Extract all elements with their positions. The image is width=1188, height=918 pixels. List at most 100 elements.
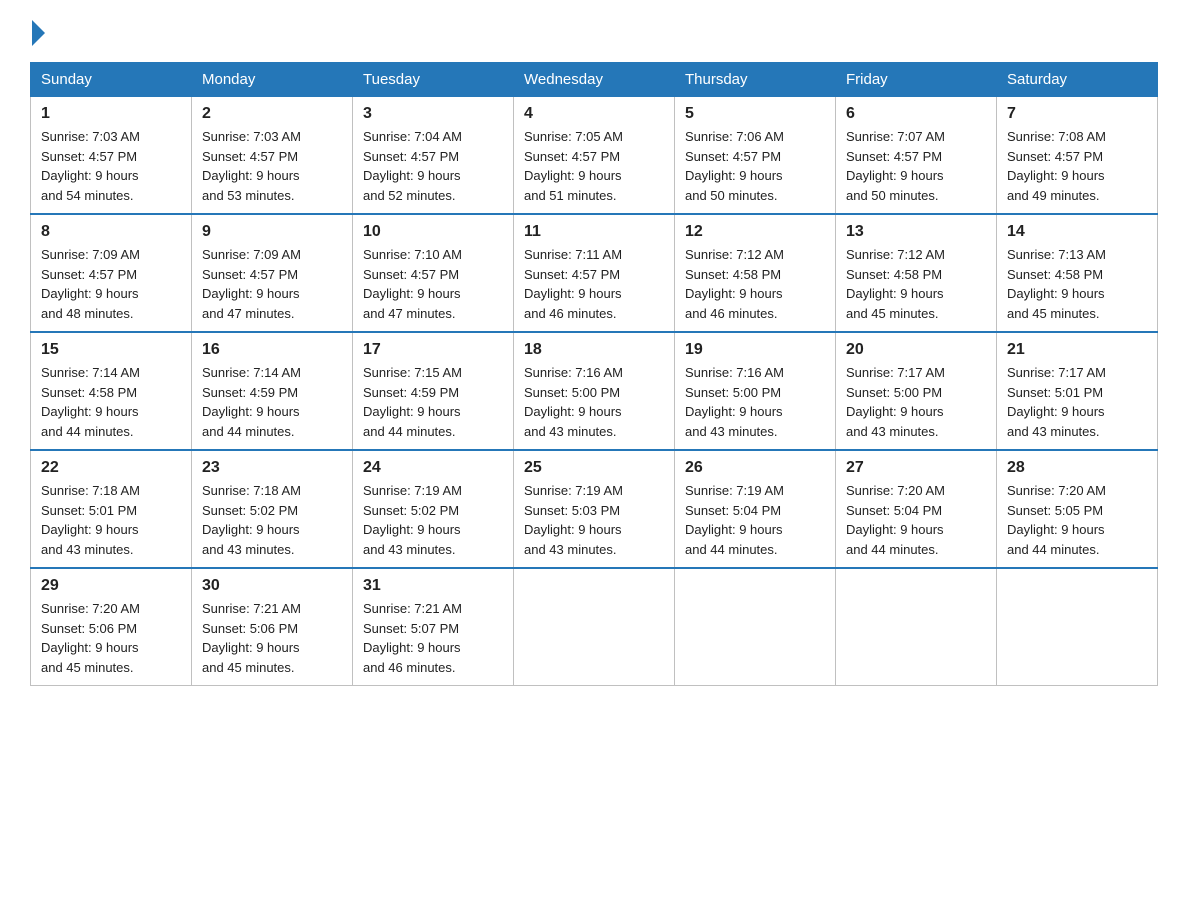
calendar-week-4: 22 Sunrise: 7:18 AM Sunset: 5:01 PM Dayl… — [31, 450, 1158, 568]
day-info: Sunrise: 7:12 AM Sunset: 4:58 PM Dayligh… — [685, 245, 825, 323]
day-info: Sunrise: 7:17 AM Sunset: 5:01 PM Dayligh… — [1007, 363, 1147, 441]
calendar-cell: 1 Sunrise: 7:03 AM Sunset: 4:57 PM Dayli… — [31, 97, 192, 215]
day-number: 18 — [524, 341, 664, 359]
calendar-cell: 25 Sunrise: 7:19 AM Sunset: 5:03 PM Dayl… — [514, 450, 675, 568]
calendar-cell: 21 Sunrise: 7:17 AM Sunset: 5:01 PM Dayl… — [997, 332, 1158, 450]
calendar-cell: 5 Sunrise: 7:06 AM Sunset: 4:57 PM Dayli… — [675, 97, 836, 215]
day-info: Sunrise: 7:09 AM Sunset: 4:57 PM Dayligh… — [202, 245, 342, 323]
day-number: 27 — [846, 459, 986, 477]
calendar-week-5: 29 Sunrise: 7:20 AM Sunset: 5:06 PM Dayl… — [31, 568, 1158, 686]
day-info: Sunrise: 7:19 AM Sunset: 5:02 PM Dayligh… — [363, 481, 503, 559]
day-number: 9 — [202, 223, 342, 241]
day-info: Sunrise: 7:03 AM Sunset: 4:57 PM Dayligh… — [202, 127, 342, 205]
day-number: 3 — [363, 105, 503, 123]
day-number: 24 — [363, 459, 503, 477]
day-number: 13 — [846, 223, 986, 241]
logo — [30, 20, 45, 52]
weekday-header-thursday: Thursday — [675, 63, 836, 97]
day-number: 26 — [685, 459, 825, 477]
calendar-cell: 26 Sunrise: 7:19 AM Sunset: 5:04 PM Dayl… — [675, 450, 836, 568]
calendar-cell: 16 Sunrise: 7:14 AM Sunset: 4:59 PM Dayl… — [192, 332, 353, 450]
day-number: 15 — [41, 341, 181, 359]
weekday-header-monday: Monday — [192, 63, 353, 97]
day-number: 2 — [202, 105, 342, 123]
calendar-cell: 12 Sunrise: 7:12 AM Sunset: 4:58 PM Dayl… — [675, 214, 836, 332]
day-info: Sunrise: 7:21 AM Sunset: 5:06 PM Dayligh… — [202, 599, 342, 677]
calendar-cell: 8 Sunrise: 7:09 AM Sunset: 4:57 PM Dayli… — [31, 214, 192, 332]
day-info: Sunrise: 7:14 AM Sunset: 4:58 PM Dayligh… — [41, 363, 181, 441]
day-number: 20 — [846, 341, 986, 359]
calendar-table: SundayMondayTuesdayWednesdayThursdayFrid… — [30, 62, 1158, 686]
calendar-cell: 24 Sunrise: 7:19 AM Sunset: 5:02 PM Dayl… — [353, 450, 514, 568]
day-number: 28 — [1007, 459, 1147, 477]
day-number: 6 — [846, 105, 986, 123]
day-info: Sunrise: 7:05 AM Sunset: 4:57 PM Dayligh… — [524, 127, 664, 205]
calendar-cell: 30 Sunrise: 7:21 AM Sunset: 5:06 PM Dayl… — [192, 568, 353, 686]
calendar-cell: 11 Sunrise: 7:11 AM Sunset: 4:57 PM Dayl… — [514, 214, 675, 332]
calendar-cell: 9 Sunrise: 7:09 AM Sunset: 4:57 PM Dayli… — [192, 214, 353, 332]
calendar-cell — [997, 568, 1158, 686]
day-info: Sunrise: 7:15 AM Sunset: 4:59 PM Dayligh… — [363, 363, 503, 441]
calendar-cell: 27 Sunrise: 7:20 AM Sunset: 5:04 PM Dayl… — [836, 450, 997, 568]
calendar-cell: 6 Sunrise: 7:07 AM Sunset: 4:57 PM Dayli… — [836, 97, 997, 215]
calendar-cell: 7 Sunrise: 7:08 AM Sunset: 4:57 PM Dayli… — [997, 97, 1158, 215]
calendar-cell: 17 Sunrise: 7:15 AM Sunset: 4:59 PM Dayl… — [353, 332, 514, 450]
day-info: Sunrise: 7:06 AM Sunset: 4:57 PM Dayligh… — [685, 127, 825, 205]
day-number: 22 — [41, 459, 181, 477]
day-number: 31 — [363, 577, 503, 595]
day-number: 19 — [685, 341, 825, 359]
page-header — [30, 20, 1158, 52]
day-number: 11 — [524, 223, 664, 241]
day-info: Sunrise: 7:09 AM Sunset: 4:57 PM Dayligh… — [41, 245, 181, 323]
day-number: 17 — [363, 341, 503, 359]
day-info: Sunrise: 7:20 AM Sunset: 5:04 PM Dayligh… — [846, 481, 986, 559]
day-info: Sunrise: 7:17 AM Sunset: 5:00 PM Dayligh… — [846, 363, 986, 441]
day-info: Sunrise: 7:21 AM Sunset: 5:07 PM Dayligh… — [363, 599, 503, 677]
day-number: 7 — [1007, 105, 1147, 123]
day-number: 29 — [41, 577, 181, 595]
day-info: Sunrise: 7:03 AM Sunset: 4:57 PM Dayligh… — [41, 127, 181, 205]
day-number: 10 — [363, 223, 503, 241]
day-number: 4 — [524, 105, 664, 123]
calendar-cell: 29 Sunrise: 7:20 AM Sunset: 5:06 PM Dayl… — [31, 568, 192, 686]
calendar-cell: 3 Sunrise: 7:04 AM Sunset: 4:57 PM Dayli… — [353, 97, 514, 215]
day-number: 1 — [41, 105, 181, 123]
day-number: 21 — [1007, 341, 1147, 359]
day-info: Sunrise: 7:19 AM Sunset: 5:03 PM Dayligh… — [524, 481, 664, 559]
day-number: 25 — [524, 459, 664, 477]
calendar-cell — [675, 568, 836, 686]
weekday-header-wednesday: Wednesday — [514, 63, 675, 97]
calendar-cell: 22 Sunrise: 7:18 AM Sunset: 5:01 PM Dayl… — [31, 450, 192, 568]
calendar-header-row: SundayMondayTuesdayWednesdayThursdayFrid… — [31, 63, 1158, 97]
calendar-cell — [514, 568, 675, 686]
logo-arrow-icon — [32, 20, 45, 46]
day-info: Sunrise: 7:11 AM Sunset: 4:57 PM Dayligh… — [524, 245, 664, 323]
calendar-week-1: 1 Sunrise: 7:03 AM Sunset: 4:57 PM Dayli… — [31, 97, 1158, 215]
calendar-week-2: 8 Sunrise: 7:09 AM Sunset: 4:57 PM Dayli… — [31, 214, 1158, 332]
day-info: Sunrise: 7:14 AM Sunset: 4:59 PM Dayligh… — [202, 363, 342, 441]
day-number: 5 — [685, 105, 825, 123]
weekday-header-friday: Friday — [836, 63, 997, 97]
day-number: 30 — [202, 577, 342, 595]
day-info: Sunrise: 7:20 AM Sunset: 5:05 PM Dayligh… — [1007, 481, 1147, 559]
calendar-week-3: 15 Sunrise: 7:14 AM Sunset: 4:58 PM Dayl… — [31, 332, 1158, 450]
day-info: Sunrise: 7:08 AM Sunset: 4:57 PM Dayligh… — [1007, 127, 1147, 205]
weekday-header-saturday: Saturday — [997, 63, 1158, 97]
calendar-cell: 14 Sunrise: 7:13 AM Sunset: 4:58 PM Dayl… — [997, 214, 1158, 332]
calendar-cell — [836, 568, 997, 686]
calendar-cell: 23 Sunrise: 7:18 AM Sunset: 5:02 PM Dayl… — [192, 450, 353, 568]
day-number: 16 — [202, 341, 342, 359]
day-number: 14 — [1007, 223, 1147, 241]
day-info: Sunrise: 7:16 AM Sunset: 5:00 PM Dayligh… — [524, 363, 664, 441]
calendar-cell: 15 Sunrise: 7:14 AM Sunset: 4:58 PM Dayl… — [31, 332, 192, 450]
day-number: 12 — [685, 223, 825, 241]
day-number: 23 — [202, 459, 342, 477]
day-info: Sunrise: 7:12 AM Sunset: 4:58 PM Dayligh… — [846, 245, 986, 323]
weekday-header-sunday: Sunday — [31, 63, 192, 97]
calendar-cell: 18 Sunrise: 7:16 AM Sunset: 5:00 PM Dayl… — [514, 332, 675, 450]
day-info: Sunrise: 7:20 AM Sunset: 5:06 PM Dayligh… — [41, 599, 181, 677]
calendar-cell: 13 Sunrise: 7:12 AM Sunset: 4:58 PM Dayl… — [836, 214, 997, 332]
calendar-cell: 19 Sunrise: 7:16 AM Sunset: 5:00 PM Dayl… — [675, 332, 836, 450]
calendar-cell: 2 Sunrise: 7:03 AM Sunset: 4:57 PM Dayli… — [192, 97, 353, 215]
calendar-cell: 28 Sunrise: 7:20 AM Sunset: 5:05 PM Dayl… — [997, 450, 1158, 568]
